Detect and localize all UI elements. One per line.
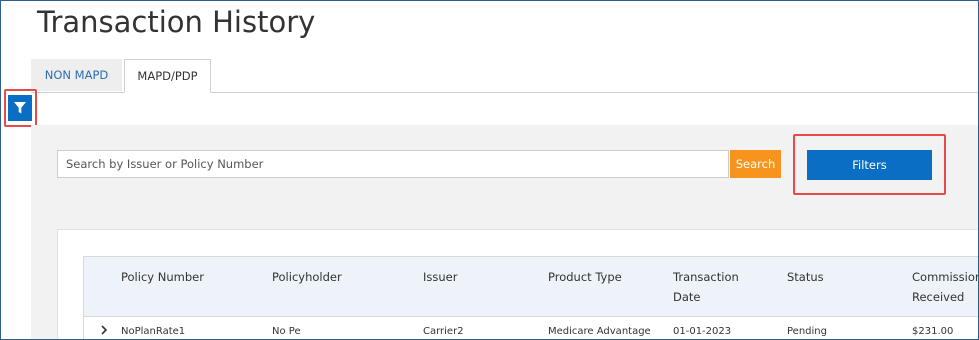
cell-policyholder: No Pe bbox=[272, 326, 301, 337]
app-frame: Transaction History NON MAPD MAPD/PDP Se… bbox=[0, 0, 979, 340]
column-header-policyholder[interactable]: Policyholder bbox=[272, 267, 342, 287]
tab-non-mapd[interactable]: NON MAPD bbox=[31, 59, 122, 91]
column-header-status[interactable]: Status bbox=[787, 267, 824, 287]
filter-toggle-button[interactable] bbox=[8, 95, 32, 121]
table-header: Policy Number Policyholder Issuer Produc… bbox=[84, 257, 978, 317]
filters-button[interactable]: Filters bbox=[807, 150, 932, 180]
search-button[interactable]: Search bbox=[730, 150, 781, 178]
column-header-commission-received[interactable]: Commission Received bbox=[912, 267, 978, 307]
transactions-table: Policy Number Policyholder Issuer Produc… bbox=[83, 256, 978, 339]
search-input[interactable] bbox=[57, 150, 729, 178]
cell-product-type: Medicare Advantage bbox=[548, 326, 651, 337]
cell-policy-number: NoPlanRate1 bbox=[121, 326, 186, 337]
cell-status: Pending bbox=[787, 326, 827, 337]
table-row[interactable]: NoPlanRate1 No Pe Carrier2 Medicare Adva… bbox=[84, 317, 978, 339]
cell-issuer: Carrier2 bbox=[423, 326, 464, 337]
filter-icon bbox=[14, 102, 26, 114]
chevron-right-icon[interactable] bbox=[99, 324, 109, 336]
cell-commission-received: $231.00 bbox=[912, 326, 954, 337]
column-header-policy-number[interactable]: Policy Number bbox=[121, 267, 204, 287]
page-title: Transaction History bbox=[37, 5, 316, 39]
column-header-product-type[interactable]: Product Type bbox=[548, 267, 622, 287]
column-header-issuer[interactable]: Issuer bbox=[423, 267, 457, 287]
column-header-transaction-date[interactable]: Transaction Date bbox=[673, 267, 753, 307]
tab-mapd-pdp[interactable]: MAPD/PDP bbox=[124, 59, 211, 93]
tab-bar: NON MAPD MAPD/PDP bbox=[31, 59, 978, 93]
cell-transaction-date: 01-01-2023 bbox=[673, 326, 732, 337]
